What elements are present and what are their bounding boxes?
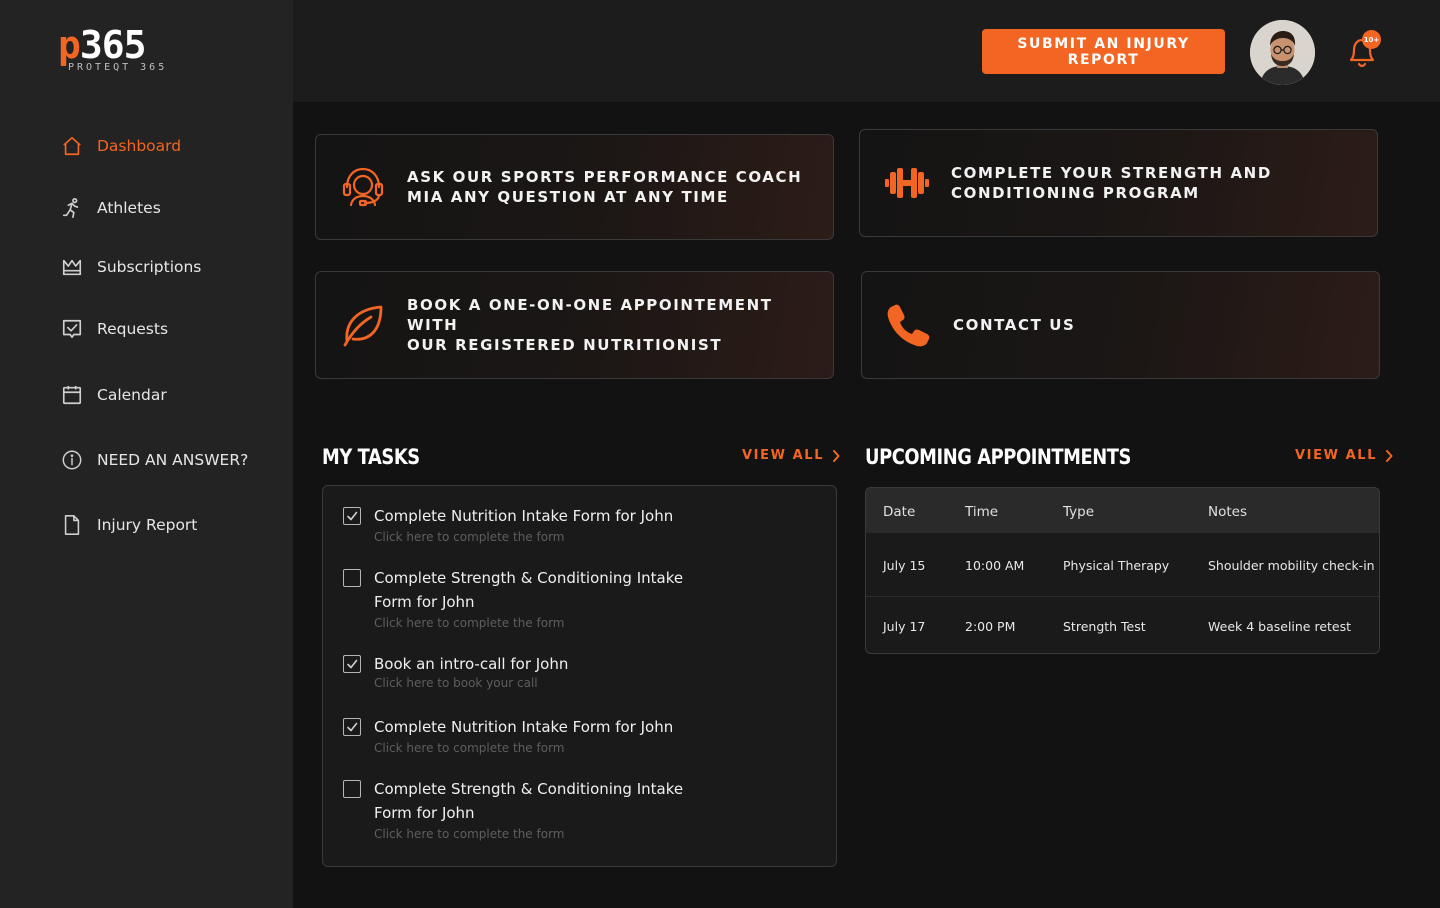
- cell-time: 2:00 PM: [965, 619, 1016, 634]
- sidebar-item-label: Dashboard: [97, 137, 182, 155]
- my-tasks-title: MY TASKS: [322, 445, 420, 469]
- task-subtitle: Click here to complete the form: [374, 616, 565, 630]
- check-icon: [347, 659, 358, 669]
- home-icon: [60, 134, 84, 158]
- view-all-label: VIEW ALL: [742, 448, 825, 463]
- task-subtitle: Click here to complete the form: [374, 741, 565, 755]
- sidebar-item-subscriptions[interactable]: Subscriptions: [60, 252, 201, 282]
- sidebar-item-athletes[interactable]: Athletes: [60, 193, 161, 223]
- task-title: Complete Strength & Conditioning Intake …: [374, 780, 684, 822]
- sidebar-item-label: NEED AN ANSWER?: [97, 451, 249, 469]
- sidebar-item-dashboard[interactable]: Dashboard: [60, 131, 181, 161]
- task-item[interactable]: Complete Strength & Conditioning Intake …: [343, 777, 813, 843]
- table-row[interactable]: July 17 2:00 PM Strength Test Week 4 bas…: [866, 596, 1379, 653]
- card-strength-program[interactable]: COMPLETE YOUR STRENGTH AND CONDITIONING …: [859, 129, 1378, 237]
- cell-type: Physical Therapy: [1063, 558, 1170, 573]
- chevron-right-icon: [833, 449, 840, 462]
- sidebar-item-label: Calendar: [97, 386, 167, 404]
- task-title: Complete Nutrition Intake Form for John: [374, 718, 674, 736]
- task-title: Complete Nutrition Intake Form for John: [374, 507, 674, 525]
- tasks-list: Complete Nutrition Intake Form for John …: [322, 485, 837, 867]
- brand-logo[interactable]: p365 PROTEQT 365: [58, 26, 178, 76]
- phone-icon: [884, 300, 934, 350]
- task-item[interactable]: Complete Nutrition Intake Form for John …: [343, 504, 813, 548]
- column-header-notes: Notes: [1208, 504, 1247, 520]
- task-checkbox[interactable]: [343, 655, 361, 673]
- check-icon: [347, 511, 358, 521]
- card-ask-coach[interactable]: ASK OUR SPORTS PERFORMANCE COACH MIA ANY…: [315, 134, 834, 240]
- logo-subtitle: PROTEQT 365: [68, 62, 168, 73]
- task-subtitle: Click here to book your call: [374, 676, 538, 690]
- task-title: Book an intro-call for John: [374, 655, 569, 673]
- leaf-icon: [338, 300, 388, 350]
- cell-type: Strength Test: [1063, 619, 1146, 634]
- document-icon: [60, 513, 84, 537]
- table-row[interactable]: July 15 10:00 AM Physical Therapy Should…: [866, 533, 1379, 596]
- column-header-time: Time: [965, 504, 999, 520]
- headset-icon: [338, 162, 388, 212]
- task-item[interactable]: Complete Nutrition Intake Form for John …: [343, 715, 813, 759]
- task-subtitle: Click here to complete the form: [374, 530, 565, 544]
- sidebar-item-label: Athletes: [97, 199, 161, 217]
- card-text: ASK OUR SPORTS PERFORMANCE COACH MIA ANY…: [407, 168, 803, 206]
- upcoming-appointments-title: UPCOMING APPOINTMENTS: [865, 445, 1131, 469]
- runner-icon: [60, 196, 84, 220]
- avatar[interactable]: [1250, 20, 1315, 85]
- logo-mark: p365: [58, 23, 147, 67]
- task-title: Complete Strength & Conditioning Intake …: [374, 569, 684, 611]
- sidebar-item-label: Injury Report: [97, 516, 198, 534]
- cell-date: July 15: [883, 558, 926, 573]
- task-item[interactable]: Complete Strength & Conditioning Intake …: [343, 566, 813, 632]
- notification-badge: 10+: [1362, 30, 1381, 49]
- cell-date: July 17: [883, 619, 926, 634]
- crown-icon: [60, 255, 84, 279]
- cell-notes: Shoulder mobility check-in: [1208, 558, 1375, 573]
- task-checkbox[interactable]: [343, 507, 361, 525]
- sidebar-item-calendar[interactable]: Calendar: [60, 380, 167, 410]
- task-item[interactable]: Book an intro-call for John Click here t…: [343, 652, 813, 696]
- sidebar-item-label: Subscriptions: [97, 258, 202, 276]
- tasks-view-all-link[interactable]: VIEW ALL: [742, 448, 840, 463]
- appointments-view-all-link[interactable]: VIEW ALL: [1295, 448, 1393, 463]
- appointments-table: Date Time Type Notes July 15 10:00 AM Ph…: [865, 487, 1380, 654]
- chevron-right-icon: [1386, 449, 1393, 462]
- sidebar: p365 PROTEQT 365 Dashboard Athletes Subs…: [0, 0, 293, 908]
- view-all-label: VIEW ALL: [1295, 448, 1378, 463]
- dumbbell-icon: [882, 158, 932, 208]
- check-icon: [347, 722, 358, 732]
- card-contact-us[interactable]: CONTACT US: [861, 271, 1380, 379]
- task-checkbox[interactable]: [343, 718, 361, 736]
- calendar-icon: [60, 383, 84, 407]
- submit-injury-report-button[interactable]: SUBMIT AN INJURY REPORT: [982, 29, 1225, 74]
- cell-time: 10:00 AM: [965, 558, 1025, 573]
- sidebar-item-label: Requests: [97, 320, 169, 338]
- cell-notes: Week 4 baseline retest: [1208, 619, 1352, 634]
- task-checkbox[interactable]: [343, 780, 361, 798]
- column-header-type: Type: [1063, 504, 1095, 520]
- checkbox-icon: [60, 317, 84, 341]
- sidebar-item-need-an-answer[interactable]: NEED AN ANSWER?: [60, 445, 248, 475]
- table-header: Date Time Type Notes: [866, 488, 1379, 533]
- task-subtitle: Click here to complete the form: [374, 827, 565, 841]
- sidebar-item-injury-report[interactable]: Injury Report: [60, 510, 197, 540]
- task-checkbox[interactable]: [343, 569, 361, 587]
- card-book-nutritionist[interactable]: BOOK A ONE-ON-ONE APPOINTEMENT WITH OUR …: [315, 271, 834, 379]
- info-icon: [60, 448, 84, 472]
- card-text: COMPLETE YOUR STRENGTH AND CONDITIONING …: [951, 164, 1272, 202]
- column-header-date: Date: [883, 504, 916, 520]
- sidebar-item-requests[interactable]: Requests: [60, 314, 168, 344]
- card-text: CONTACT US: [953, 316, 1076, 334]
- card-text: BOOK A ONE-ON-ONE APPOINTEMENT WITH OUR …: [407, 296, 773, 354]
